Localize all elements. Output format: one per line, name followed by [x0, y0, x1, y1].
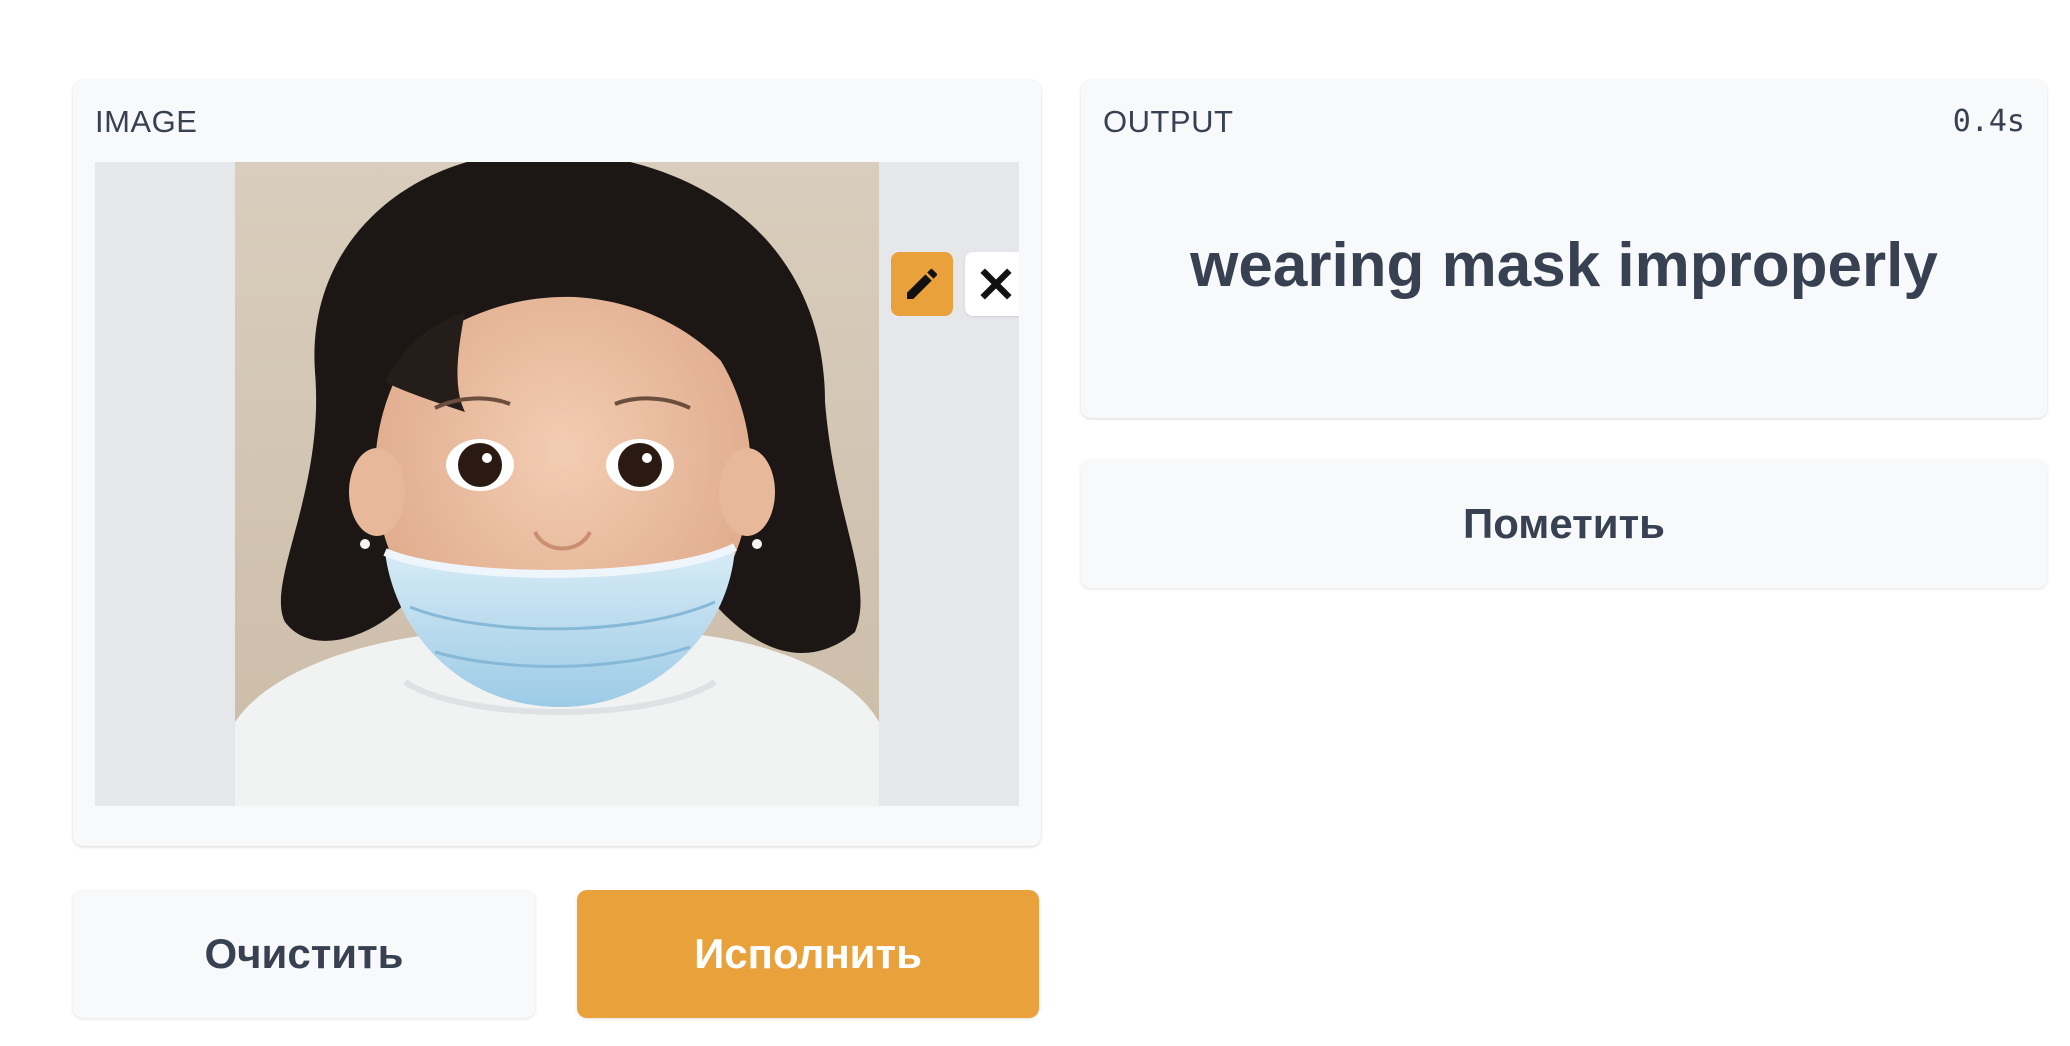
close-icon	[980, 268, 1012, 300]
image-preview[interactable]	[95, 162, 1019, 806]
clear-button[interactable]: Очистить	[73, 890, 535, 1018]
edit-image-button[interactable]	[891, 252, 953, 316]
submit-button[interactable]: Исполнить	[577, 890, 1039, 1018]
uploaded-photo	[235, 162, 879, 806]
pencil-icon	[907, 268, 938, 299]
output-panel: OUTPUT 0.4s wearing mask improperly	[1081, 80, 2047, 418]
output-panel-label: OUTPUT	[1103, 104, 1234, 139]
app-root: IMAGE Очистить Исполнить OUTPUT 0.4s wea…	[0, 0, 2070, 1046]
image-input-panel: IMAGE	[73, 80, 1041, 846]
predicted-label: wearing mask improperly	[1190, 231, 1938, 300]
image-panel-label: IMAGE	[95, 104, 198, 139]
flag-button[interactable]: Пометить	[1081, 460, 2047, 588]
remove-image-button[interactable]	[965, 252, 1019, 316]
inference-time: 0.4s	[1952, 104, 2025, 139]
